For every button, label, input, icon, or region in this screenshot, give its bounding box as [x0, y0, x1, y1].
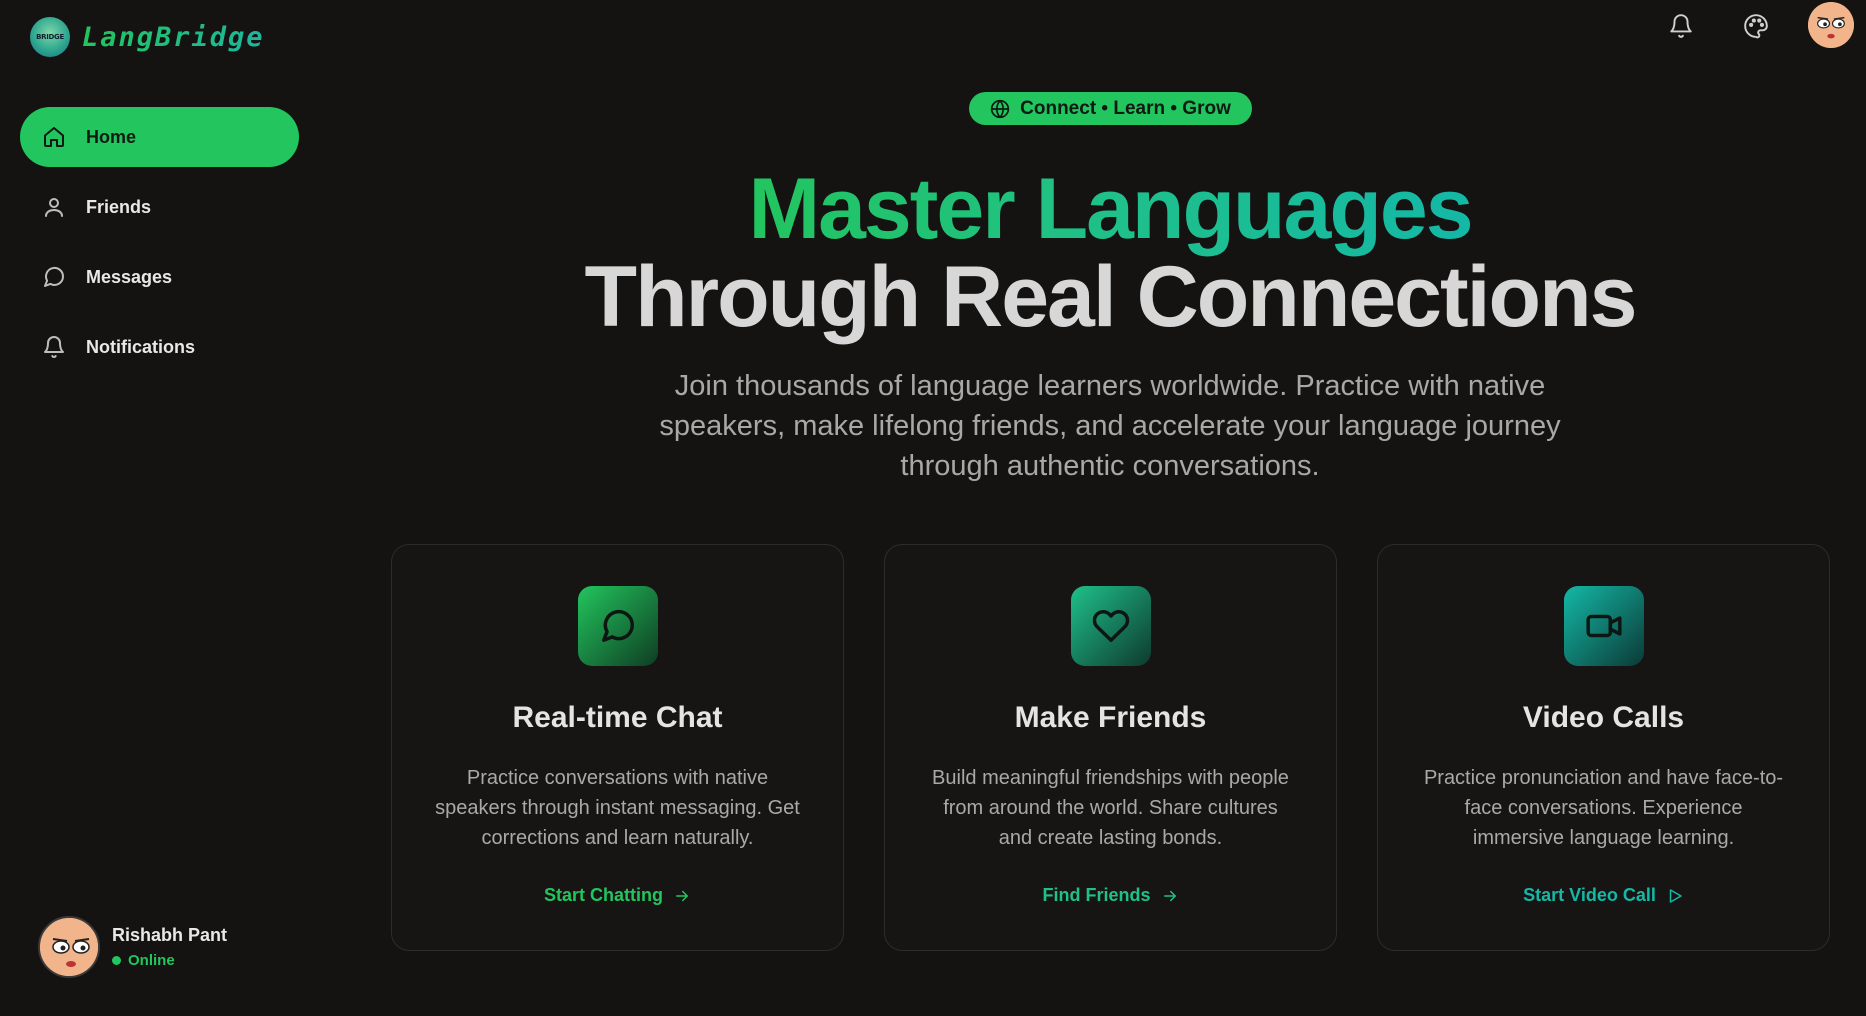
play-icon: [1669, 888, 1682, 903]
avatar: [38, 916, 100, 978]
card-link-label: Start Chatting: [544, 885, 663, 905]
start-video-call-link[interactable]: Start Video Call: [1378, 885, 1829, 906]
bell-icon[interactable]: [1668, 13, 1694, 39]
card-link-label: Find Friends: [1042, 885, 1151, 905]
sidebar-item-label: Home: [86, 126, 137, 147]
feature-card-friends: Make Friends Build meaningful friendship…: [884, 544, 1337, 951]
card-link-label: Start Video Call: [1523, 885, 1656, 905]
arrow-right-icon: [676, 890, 688, 901]
brand-name: LangBridge: [82, 21, 265, 53]
card-title: Make Friends: [1014, 701, 1207, 734]
card-description: Build meaningful friendships with people…: [932, 767, 1289, 849]
arrow-right-icon: [1163, 890, 1176, 901]
find-friends-link[interactable]: Find Friends: [885, 885, 1336, 906]
user-profile[interactable]: Rishabh Pant Online: [38, 916, 227, 978]
online-dot: [112, 956, 121, 965]
globe-icon: [990, 99, 1010, 118]
message-circle-icon: [578, 586, 658, 666]
user-status: Online: [112, 952, 227, 969]
card-title: Video Calls: [1522, 701, 1685, 734]
card-description: Practice conversations with native speak…: [435, 767, 800, 849]
card-title: Real-time Chat: [512, 701, 723, 734]
hero-badge: Connect • Learn • Grow: [969, 92, 1252, 125]
hero-title-line1: Master Languages: [748, 161, 1473, 257]
feature-card-video: Video Calls Practice pronunciation and h…: [1377, 544, 1830, 951]
home-icon: [42, 125, 66, 149]
heart-icon: [1071, 586, 1151, 666]
sidebar-item-home[interactable]: Home: [20, 107, 299, 167]
hero-title-line2: Through Real Connections: [584, 249, 1638, 345]
sidebar: BRIDGE LangBridge Home Friends Messages: [0, 0, 318, 1016]
video-icon: [1564, 586, 1644, 666]
user-status-label: Online: [128, 952, 175, 969]
feature-card-chat: Real-time Chat Practice conversations wi…: [391, 544, 844, 951]
brand-logo-text: BRIDGE: [36, 33, 64, 41]
card-description: Practice pronunciation and have face-to-…: [1423, 767, 1784, 849]
user-name: Rishabh Pant: [112, 925, 228, 945]
hero-badge-label: Connect • Learn • Grow: [1020, 97, 1231, 119]
header-avatar[interactable]: [1808, 2, 1854, 48]
start-chatting-link[interactable]: Start Chatting: [392, 885, 843, 906]
feature-cards: Real-time Chat Practice conversations wi…: [391, 544, 1830, 951]
hero-subtitle: Join thousands of language learners worl…: [659, 370, 1561, 482]
brand-logo: BRIDGE: [30, 17, 70, 57]
brand[interactable]: BRIDGE LangBridge: [30, 17, 265, 57]
palette-icon[interactable]: [1743, 13, 1769, 39]
